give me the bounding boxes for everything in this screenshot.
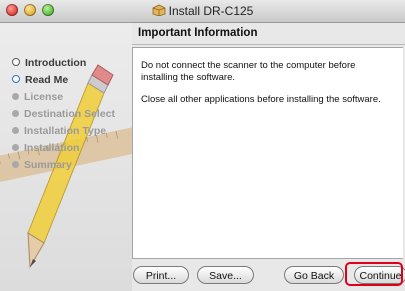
installer-window: Install DR-C125 Introduction Read Me Lic… — [0, 0, 405, 291]
step-bullet-icon — [12, 144, 19, 151]
step-installation-type: Installation Type — [12, 125, 115, 142]
step-label: Read Me — [25, 74, 69, 86]
window-title-text: Install DR-C125 — [168, 4, 254, 18]
step-bullet-icon — [12, 75, 20, 83]
continue-highlight-box — [345, 262, 403, 286]
step-label: Installation — [24, 142, 80, 154]
step-bullet-icon — [12, 127, 19, 134]
step-label: Installation Type — [24, 125, 107, 137]
step-label: Summary — [24, 159, 72, 171]
save-button[interactable]: Save... — [197, 266, 254, 284]
title-bar: Install DR-C125 — [0, 0, 405, 23]
step-label: Destination Select — [24, 108, 116, 120]
step-introduction: Introduction — [12, 57, 115, 74]
step-bullet-icon — [12, 110, 19, 117]
info-paragraph: Close all other applications before inst… — [141, 94, 381, 105]
step-label: Introduction — [25, 57, 87, 69]
package-icon — [152, 4, 166, 16]
step-license: License — [12, 91, 115, 108]
steps-list: Introduction Read Me License Destination… — [12, 57, 115, 176]
step-label: License — [24, 91, 64, 103]
read-me-text-area[interactable]: Do not connect the scanner to the comput… — [132, 47, 403, 259]
step-bullet-icon — [12, 161, 19, 168]
step-bullet-icon — [12, 93, 19, 100]
info-paragraph: Do not connect the scanner to the comput… — [141, 60, 356, 83]
page-title: Important Information — [138, 27, 258, 39]
sidebar: Introduction Read Me License Destination… — [0, 23, 132, 291]
print-button[interactable]: Print... — [133, 266, 189, 284]
step-installation: Installation — [12, 142, 115, 159]
step-summary: Summary — [12, 159, 115, 176]
window-title: Install DR-C125 — [0, 4, 405, 18]
step-bullet-icon — [12, 58, 20, 66]
step-destination-select: Destination Select — [12, 108, 115, 125]
header-divider — [132, 44, 405, 45]
go-back-button[interactable]: Go Back — [284, 266, 344, 284]
step-read-me: Read Me — [12, 74, 115, 91]
